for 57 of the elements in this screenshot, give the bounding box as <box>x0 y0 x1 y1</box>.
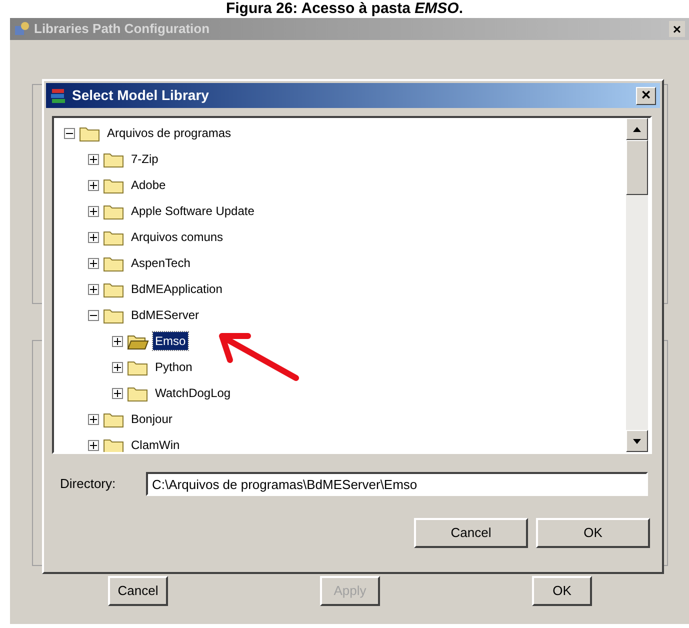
folder-icon <box>79 124 101 142</box>
folder-item[interactable]: BdMEApplication <box>129 280 224 298</box>
folder-item[interactable]: 7-Zip <box>129 150 160 168</box>
scroll-thumb[interactable] <box>626 140 648 195</box>
directory-label: Directory: <box>60 475 117 494</box>
cancel-button[interactable]: Cancel <box>414 518 528 548</box>
expand-toggle[interactable] <box>88 154 99 164</box>
folder-item[interactable]: Arquivos de programas <box>105 124 234 142</box>
folder-icon <box>103 176 125 194</box>
folder-icon <box>103 306 125 324</box>
expand-toggle[interactable] <box>88 284 99 294</box>
folder-icon <box>103 150 125 168</box>
open-folder-icon <box>127 332 149 350</box>
collapse-toggle[interactable] <box>64 128 75 138</box>
figure-caption: Figura 26: Acesso à pasta EMSO. <box>224 0 464 17</box>
folder-item[interactable]: Python <box>153 358 194 376</box>
collapse-toggle[interactable] <box>88 310 99 320</box>
folder-item[interactable]: Apple Software Update <box>129 202 256 220</box>
close-button[interactable]: × <box>636 86 656 104</box>
folder-icon <box>103 280 125 298</box>
up-arrow-icon <box>633 126 641 132</box>
app-icon <box>14 21 30 37</box>
folder-icon <box>103 254 125 272</box>
folder-icon <box>127 384 149 402</box>
dialog-button[interactable]: Cancel <box>108 576 168 606</box>
folder-item[interactable]: AspenTech <box>129 254 192 272</box>
folder-item[interactable]: Arquivos comuns <box>129 228 226 246</box>
close-button[interactable]: × <box>669 21 685 37</box>
expand-toggle[interactable] <box>112 388 123 398</box>
expand-toggle[interactable] <box>88 232 99 242</box>
folder-item[interactable]: ClamWin <box>129 436 182 452</box>
down-arrow-icon <box>633 438 641 444</box>
scroll-down-button[interactable] <box>626 430 648 452</box>
folder-item[interactable]: BdMEServer <box>129 306 202 324</box>
folder-item[interactable]: Adobe <box>129 176 168 194</box>
directory-field[interactable]: C:\Arquivos de programas\BdMEServer\Emso <box>146 472 648 496</box>
folder-item[interactable]: WatchDogLog <box>153 384 233 402</box>
expand-toggle[interactable] <box>88 414 99 424</box>
folder-item[interactable]: Emso <box>153 332 188 350</box>
folder-icon <box>103 436 125 452</box>
window-title: Libraries Path Configuration <box>34 20 210 38</box>
expand-toggle[interactable] <box>88 258 99 268</box>
books-icon <box>50 86 68 104</box>
folder-icon <box>127 358 149 376</box>
folder-icon <box>103 202 125 220</box>
folder-icon <box>103 228 125 246</box>
expand-toggle[interactable] <box>88 180 99 190</box>
folder-item[interactable]: Bonjour <box>129 410 174 428</box>
expand-toggle[interactable] <box>88 440 99 450</box>
scroll-up-button[interactable] <box>626 118 648 140</box>
expand-toggle[interactable] <box>112 362 123 372</box>
folder-icon <box>103 410 125 428</box>
expand-toggle[interactable] <box>112 336 123 346</box>
dialog-title: Select Model Library <box>72 86 209 105</box>
expand-toggle[interactable] <box>88 206 99 216</box>
dialog-button[interactable]: OK <box>532 576 592 606</box>
ok-button[interactable]: OK <box>536 518 650 548</box>
